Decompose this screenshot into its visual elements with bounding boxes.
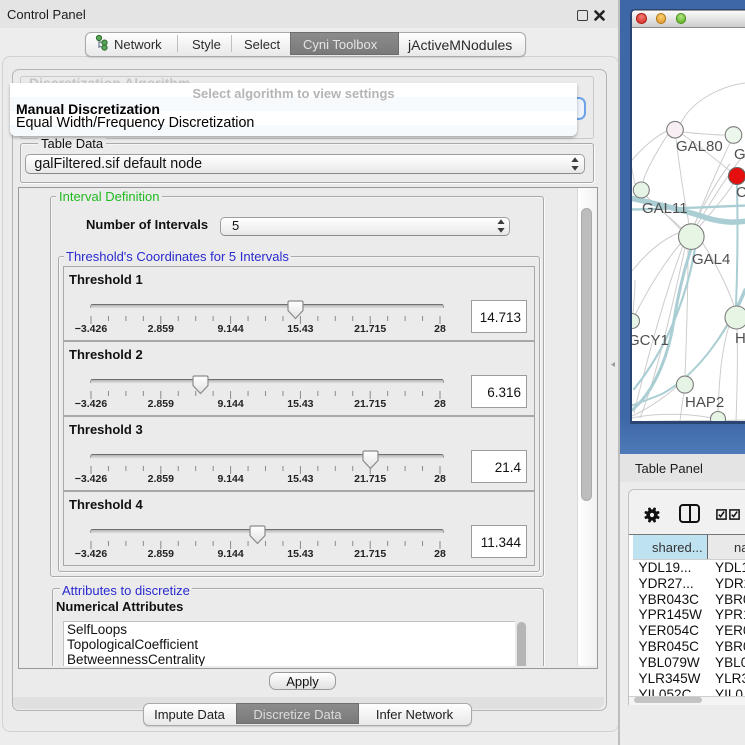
svg-text:GAL80: GAL80 bbox=[676, 138, 723, 155]
svg-text:H: H bbox=[735, 330, 745, 347]
svg-text:C: C bbox=[736, 184, 745, 201]
svg-text:GA: GA bbox=[734, 146, 745, 163]
svg-text:HAP2: HAP2 bbox=[685, 394, 724, 411]
svg-text:GCY1: GCY1 bbox=[632, 332, 669, 349]
svg-text:GAL4: GAL4 bbox=[692, 251, 730, 268]
svg-text:GAL11: GAL11 bbox=[642, 200, 688, 217]
